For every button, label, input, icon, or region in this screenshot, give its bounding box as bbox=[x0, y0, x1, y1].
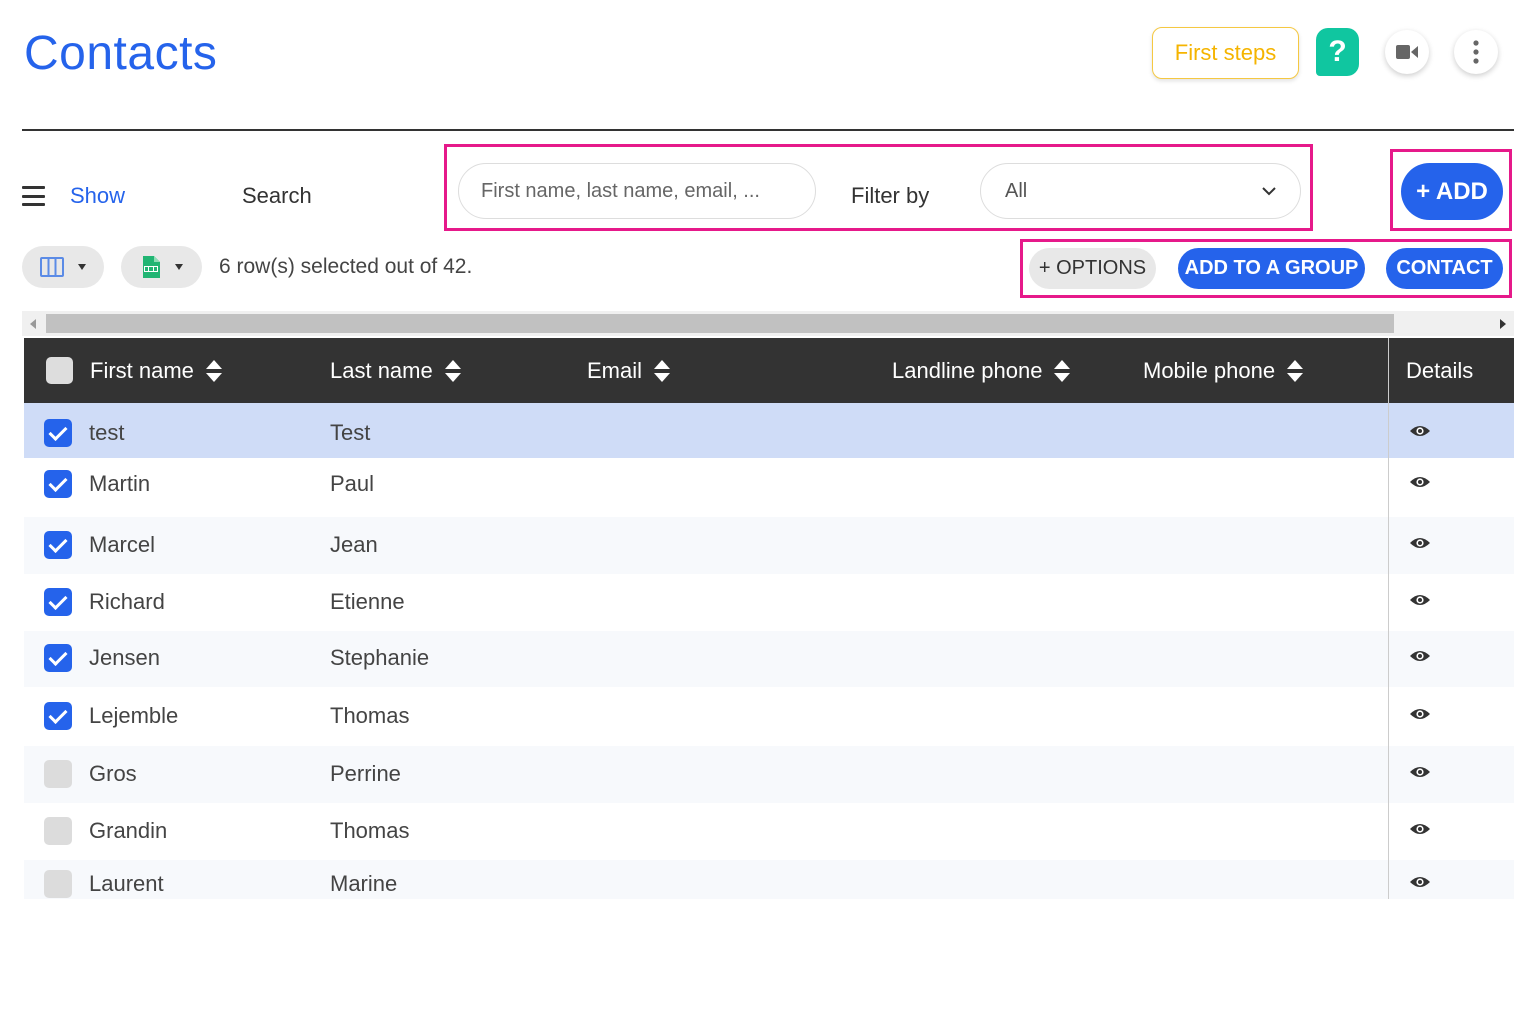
filter-label: Filter by bbox=[851, 183, 930, 208]
cell-last-name: Paul bbox=[330, 471, 375, 496]
row-checkbox[interactable] bbox=[44, 817, 72, 845]
first-steps-button[interactable]: First steps bbox=[1152, 27, 1299, 79]
video-button[interactable] bbox=[1385, 30, 1429, 74]
cell-first-name: Grandin bbox=[89, 818, 168, 843]
search-input[interactable] bbox=[458, 163, 816, 219]
cell-first-name: test bbox=[89, 420, 125, 445]
table-row[interactable]: Martin Paul bbox=[24, 458, 1514, 517]
help-button[interactable]: ? bbox=[1316, 28, 1359, 76]
cell-last-name: Jean bbox=[330, 532, 378, 557]
more-vertical-icon bbox=[1473, 40, 1479, 64]
table-row[interactable]: Marcel Jean bbox=[24, 517, 1514, 574]
row-checkbox[interactable] bbox=[44, 702, 72, 730]
row-checkbox[interactable] bbox=[44, 470, 72, 498]
row-checkbox[interactable] bbox=[44, 531, 72, 559]
filter-select[interactable]: All bbox=[980, 163, 1301, 219]
contact-button[interactable]: CONTACT bbox=[1386, 248, 1503, 289]
column-label: Details bbox=[1406, 357, 1474, 383]
table-row[interactable]: Jensen Stephanie bbox=[24, 631, 1514, 687]
columns-button[interactable] bbox=[22, 246, 104, 288]
table-row[interactable]: test Test bbox=[24, 403, 1514, 458]
cell-last-name: Marine bbox=[330, 871, 398, 896]
column-header-mobile-phone[interactable]: Mobile phone bbox=[1143, 338, 1304, 403]
cell-first-name: Laurent bbox=[89, 871, 164, 896]
column-header-details: Details bbox=[1406, 338, 1473, 403]
cell-first-name: Martin bbox=[89, 471, 151, 496]
cell-last-name: Perrine bbox=[330, 761, 401, 786]
show-link[interactable]: Show bbox=[70, 183, 125, 209]
column-header-first-name[interactable]: First name bbox=[90, 338, 222, 403]
eye-icon[interactable] bbox=[1409, 536, 1431, 550]
cell-first-name: Gros bbox=[89, 761, 137, 786]
table-header: First name Last name Email Landline phon… bbox=[24, 338, 1514, 403]
eye-icon[interactable] bbox=[1409, 475, 1431, 489]
caret-down-icon bbox=[174, 264, 183, 270]
sort-icon[interactable] bbox=[205, 359, 222, 382]
eye-icon[interactable] bbox=[1409, 875, 1431, 889]
cell-last-name: Stephanie bbox=[330, 645, 430, 670]
row-checkbox[interactable] bbox=[44, 588, 72, 616]
scroll-right-icon[interactable] bbox=[1500, 319, 1506, 329]
columns-icon bbox=[40, 257, 64, 277]
search-label: Search bbox=[242, 183, 312, 208]
horizontal-scrollbar[interactable] bbox=[22, 311, 1514, 336]
eye-icon[interactable] bbox=[1409, 424, 1431, 438]
selection-status: 6 row(s) selected out of 42. bbox=[219, 255, 473, 278]
column-label: First name bbox=[90, 357, 194, 383]
eye-icon[interactable] bbox=[1409, 593, 1431, 607]
eye-icon[interactable] bbox=[1409, 822, 1431, 836]
sort-icon[interactable] bbox=[654, 359, 671, 382]
column-label: Mobile phone bbox=[1143, 357, 1276, 383]
table-row[interactable]: Lejemble Thomas bbox=[24, 687, 1514, 746]
chevron-down-icon bbox=[1262, 186, 1276, 195]
scroll-thumb[interactable] bbox=[46, 314, 1394, 333]
header-divider bbox=[22, 129, 1514, 131]
cell-first-name: Richard bbox=[89, 589, 165, 614]
column-label: Landline phone bbox=[892, 357, 1043, 383]
select-all-checkbox[interactable] bbox=[46, 357, 73, 384]
add-button[interactable]: + ADD bbox=[1401, 163, 1503, 220]
xlsx-file-icon bbox=[142, 256, 160, 278]
table-row[interactable]: Richard Etienne bbox=[24, 574, 1514, 631]
contacts-table: First name Last name Email Landline phon… bbox=[24, 338, 1514, 899]
eye-icon[interactable] bbox=[1409, 649, 1431, 663]
video-camera-icon bbox=[1396, 45, 1418, 59]
sort-icon[interactable] bbox=[444, 359, 461, 382]
row-checkbox[interactable] bbox=[44, 644, 72, 672]
row-checkbox[interactable] bbox=[44, 760, 72, 788]
cell-last-name: Test bbox=[330, 420, 371, 445]
row-checkbox[interactable] bbox=[44, 870, 72, 898]
details-column-divider bbox=[1388, 338, 1389, 899]
eye-icon[interactable] bbox=[1409, 765, 1431, 779]
column-header-last-name[interactable]: Last name bbox=[330, 338, 461, 403]
cell-last-name: Thomas bbox=[330, 703, 410, 728]
caret-down-icon bbox=[78, 264, 86, 270]
cell-last-name: Thomas bbox=[330, 818, 410, 843]
eye-icon[interactable] bbox=[1409, 707, 1431, 721]
options-button[interactable]: + OPTIONS bbox=[1029, 248, 1156, 289]
sort-icon[interactable] bbox=[1287, 359, 1304, 382]
cell-first-name: Jensen bbox=[89, 645, 160, 670]
menu-icon[interactable] bbox=[22, 186, 45, 206]
column-header-landline-phone[interactable]: Landline phone bbox=[892, 338, 1071, 403]
cell-first-name: Lejemble bbox=[89, 703, 179, 728]
page-title: Contacts bbox=[24, 27, 218, 80]
table-row[interactable]: Laurent Marine bbox=[24, 860, 1514, 899]
column-label: Last name bbox=[330, 357, 433, 383]
sort-icon[interactable] bbox=[1054, 359, 1071, 382]
table-row[interactable]: Gros Perrine bbox=[24, 746, 1514, 803]
filter-select-value: All bbox=[1005, 179, 1028, 202]
scroll-left-icon[interactable] bbox=[30, 319, 36, 329]
row-checkbox[interactable] bbox=[44, 419, 72, 447]
add-to-group-button[interactable]: ADD TO A GROUP bbox=[1178, 248, 1365, 289]
more-options-button[interactable] bbox=[1454, 30, 1498, 74]
export-xlsx-button[interactable] bbox=[121, 246, 202, 288]
table-row[interactable]: Grandin Thomas bbox=[24, 803, 1514, 860]
column-label: Email bbox=[587, 357, 643, 383]
cell-first-name: Marcel bbox=[89, 532, 156, 557]
column-header-email[interactable]: Email bbox=[587, 338, 671, 403]
cell-last-name: Etienne bbox=[330, 589, 405, 614]
